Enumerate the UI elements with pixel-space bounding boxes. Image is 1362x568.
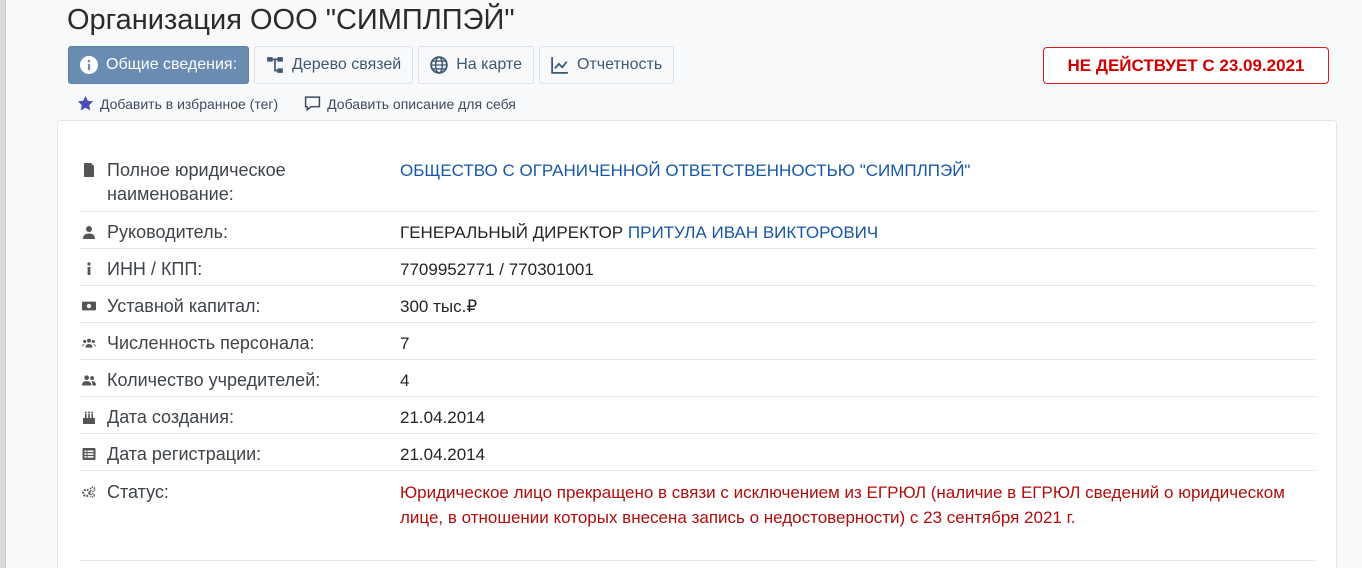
info-row-inn-kpp: ИНН / КПП: 7709952771 / 770301001 [80,249,1316,286]
staff-value: 7 [400,334,410,353]
globe-icon [430,56,448,74]
tab-reports[interactable]: Отчетность [538,46,675,84]
info-row-founders: Количество учредителей: 4 [80,360,1316,397]
line-chart-icon [551,57,568,74]
add-description-link[interactable]: Добавить описание для себя [304,95,516,112]
status-value: Юридическое лицо прекращено в связи с ис… [400,483,1285,527]
list-alt-icon [82,448,96,460]
organization-info-table: Полное юридическое наименование: ОБЩЕСТВ… [80,150,1316,561]
inn-kpp-value: 7709952771 / 770301001 [400,260,594,279]
info-label: Руководитель: [107,222,228,242]
tab-label: Дерево связей [292,56,402,73]
info-row-full-name: Полное юридическое наименование: ОБЩЕСТВ… [80,150,1316,212]
comment-icon [305,96,321,112]
inactive-status-badge: НЕ ДЕЙСТВУЕТ С 23.09.2021 [1043,47,1329,84]
tab-relations-tree[interactable]: Дерево связей [254,46,414,84]
tab-label: Отчетность [576,56,663,73]
add-description-label: Добавить описание для себя [327,95,516,112]
info-row-staff: Численность персонала: 7 [80,323,1316,360]
tab-label: На карте [456,56,522,73]
add-to-favorites-link[interactable]: Добавить в избранное (тег) [77,95,278,112]
head-name-link[interactable]: ПРИТУЛА ИВАН ВИКТОРОВИЧ [628,223,878,242]
info-label: Дата регистрации: [107,444,262,464]
head-position: ГЕНЕРАЛЬНЫЙ ДИРЕКТОР [400,223,624,242]
info-label: Количество учредителей: [107,370,321,390]
add-to-favorites-label: Добавить в избранное (тег) [100,95,279,112]
sitemap-icon [267,57,283,73]
tab-map[interactable]: На карте [418,46,534,84]
capital-value: 300 тыс.₽ [400,297,478,316]
info-icon [87,262,91,275]
info-row-created: Дата создания: 21.04.2014 [80,397,1316,434]
tab-label: Общие сведения: [106,56,238,73]
registered-value: 21.04.2014 [400,445,486,464]
info-label: Полное юридическое наименование: [107,160,286,204]
info-row-capital: Уставной капитал: 300 тыс.₽ [80,286,1316,323]
left-window-edge [0,0,6,568]
founders-value: 4 [400,371,410,390]
info-row-registered: Дата регистрации: 21.04.2014 [80,434,1316,471]
tab-bar: Общие сведения: Дерево связей На карте О… [68,46,675,84]
info-label: Численность персонала: [107,333,315,353]
full-name-link[interactable]: ОБЩЕСТВО С ОГРАНИЧЕННОЙ ОТВЕТСТВЕННОСТЬЮ… [400,161,970,180]
birthday-cake-icon [83,411,95,424]
user-friends-icon [82,375,96,386]
created-value: 21.04.2014 [400,408,486,427]
info-label: Статус: [107,482,169,502]
tab-general-info[interactable]: Общие сведения: [68,46,250,84]
user-icon [83,226,95,239]
action-links: Добавить в избранное (тег) Добавить опис… [77,95,516,112]
document-icon [84,163,94,177]
info-label: ИНН / КПП: [107,259,203,279]
page-title: Организация ООО "СИМПЛПЭЙ" [67,4,515,36]
info-row-status: Статус: Юридическое лицо прекращено в св… [80,471,1316,561]
star-icon [77,95,94,111]
money-icon [82,301,96,311]
users-icon [82,338,96,348]
info-circle-icon [80,56,98,74]
info-label: Уставной капитал: [107,296,261,316]
cogs-icon [82,486,96,498]
info-label: Дата создания: [107,407,234,427]
info-row-head: Руководитель: ГЕНЕРАЛЬНЫЙ ДИРЕКТОР ПРИТУ… [80,212,1316,249]
